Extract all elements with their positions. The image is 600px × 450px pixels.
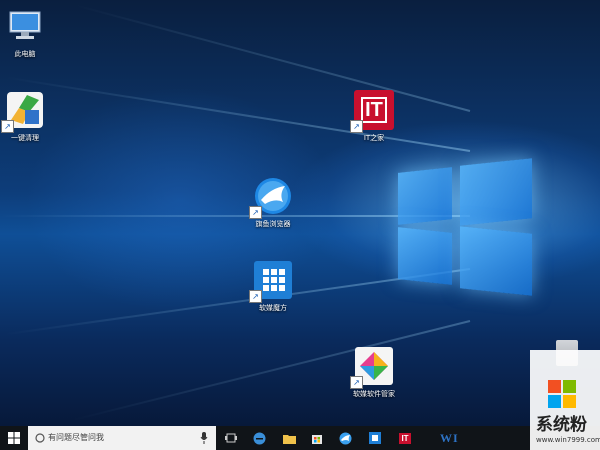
watermark-brand: 系统粉 (536, 415, 587, 435)
swordfish-browser-icon (339, 432, 351, 444)
desktop-icon-label: 一键清理 (11, 134, 39, 142)
search-placeholder: 有问题尽管问我 (48, 433, 104, 442)
ruanmei-cube-taskbar-button[interactable] (366, 426, 384, 450)
desktop-icon-swordfish-browser[interactable]: ↗ 旗鱼浏览器 (238, 176, 308, 229)
desktop-icon-label: 软媒魔方 (259, 304, 287, 312)
edge-icon (253, 432, 265, 444)
desktop-icon-label: 旗鱼浏览器 (255, 220, 291, 228)
shortcut-arrow-icon: ↗ (350, 120, 363, 133)
desktop-icon-label: 软媒软件管家 (353, 390, 395, 398)
windows-logo-icon (8, 432, 20, 444)
wallpaper-window-pane (398, 227, 452, 285)
computer-icon (5, 6, 45, 46)
ithome-icon: IT ↗ (350, 90, 394, 133)
ruanmei-cube-icon (369, 432, 381, 444)
shortcut-arrow-icon: ↗ (249, 206, 262, 219)
desktop-icon-cleanup[interactable]: ↗ 一键清理 (0, 90, 60, 143)
task-view-button[interactable] (222, 426, 240, 450)
cleanup-brush-icon: ↗ (1, 90, 45, 133)
wallpaper-ray (71, 320, 471, 422)
start-button[interactable] (0, 426, 28, 450)
swordfish-browser-icon: ↗ (249, 176, 293, 219)
desktop-icon-label: 此电脑 (14, 50, 36, 58)
shortcut-arrow-icon: ↗ (1, 120, 14, 133)
swordfish-browser-taskbar-button[interactable] (336, 426, 354, 450)
store-button[interactable] (308, 426, 326, 450)
desktop-icon-ruanmei-cube[interactable]: ↗ 软媒魔方 (238, 260, 308, 313)
store-icon (312, 435, 322, 444)
file-explorer-icon (282, 434, 296, 444)
microsoft-logo-icon (548, 380, 576, 408)
desktop-wallpaper: 此电脑 ↗ 一键清理 IT ↗ IT之家 ↗ 旗鱼浏览器 ↗ 软媒魔方 ↗ 软媒… (0, 0, 600, 426)
taskbar: 有问题尽管问我 IT WI (0, 426, 600, 450)
watermark: 系统粉 www.win7999.com (530, 350, 600, 450)
ithome-taskbar-button[interactable]: IT (396, 426, 414, 450)
search-box[interactable]: 有问题尽管问我 (28, 426, 216, 450)
software-manager-icon: ↗ (350, 346, 394, 389)
wallpaper-window-pane (460, 226, 532, 296)
task-view-icon (225, 433, 237, 443)
ithome-logo-text: IT (361, 97, 387, 123)
file-explorer-button[interactable] (280, 426, 298, 450)
desktop-icon-ithome[interactable]: IT ↗ IT之家 (339, 90, 409, 143)
shortcut-arrow-icon: ↗ (350, 376, 363, 389)
ruanmei-cube-icon: ↗ (249, 260, 293, 303)
wallpaper-window-pane (398, 167, 452, 225)
ithome-icon: IT (399, 432, 411, 444)
shortcut-arrow-icon: ↗ (249, 290, 262, 303)
wallpaper-window-pane (460, 158, 532, 226)
microphone-icon[interactable] (200, 432, 208, 444)
desktop-icon-software-manager[interactable]: ↗ 软媒软件管家 (339, 346, 409, 399)
desktop-icon-this-pc[interactable]: 此电脑 (0, 6, 60, 59)
search-circle-icon (35, 433, 45, 443)
desktop-icon-label: IT之家 (363, 134, 385, 142)
taskbar-partial-text: WI (440, 431, 459, 445)
edge-button[interactable] (250, 426, 268, 450)
watermark-url: www.win7999.com (536, 436, 600, 444)
